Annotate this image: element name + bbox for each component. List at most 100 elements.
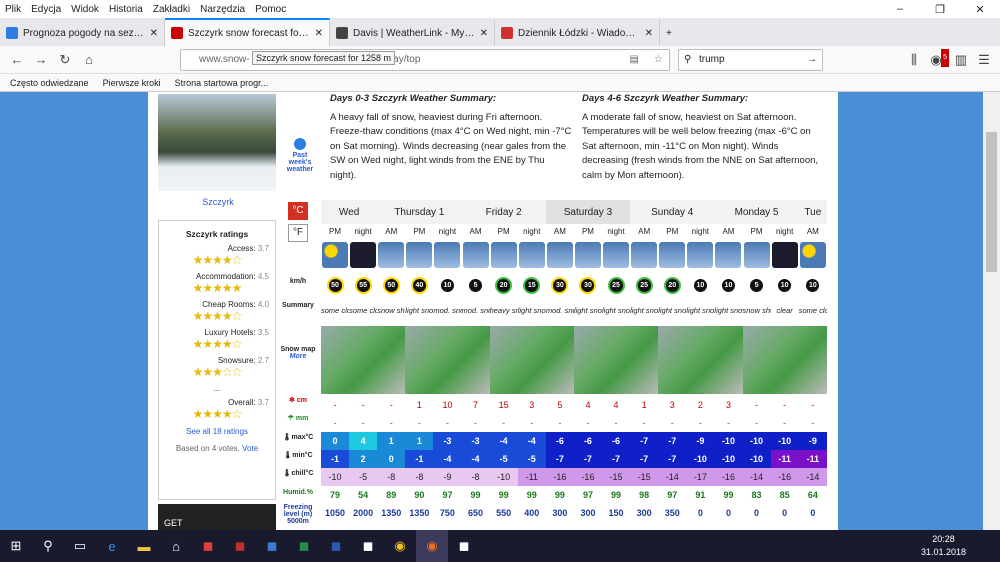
snow-map-more-link[interactable]: More (290, 353, 307, 360)
weather-icon[interactable] (659, 242, 686, 268)
tab-close-icon[interactable]: ✕ (315, 28, 323, 39)
wind-arrow-icon[interactable]: 50 (326, 276, 344, 294)
weather-icon[interactable] (322, 242, 349, 268)
weather-icon[interactable] (434, 242, 461, 268)
snow-map-image[interactable] (573, 326, 659, 394)
search-taskbar-icon[interactable]: ⚲ (32, 530, 64, 562)
snow-map-image[interactable] (405, 326, 490, 394)
close-icon[interactable]: ✕ (960, 0, 1000, 18)
store-icon[interactable]: ⌂ (160, 530, 192, 562)
fahrenheit-button[interactable]: °F (288, 224, 308, 242)
app-icon[interactable]: ◼ (192, 530, 224, 562)
task-view-icon[interactable]: ▭ (64, 530, 96, 562)
browser-tab[interactable]: Szczyrk snow forecast for 1258 m ✕ (165, 18, 330, 46)
weather-icon[interactable] (743, 242, 770, 268)
wind-arrow-icon[interactable]: 25 (607, 276, 625, 294)
maximize-icon[interactable]: ❐ (920, 0, 960, 18)
weather-icon[interactable] (687, 242, 714, 268)
library-icon[interactable]: ⫼ (905, 51, 923, 69)
past-weather-link[interactable]: Past week's weather (286, 138, 314, 173)
weather-icon[interactable] (574, 242, 601, 268)
wind-arrow-icon[interactable]: 15 (523, 276, 541, 294)
weather-icon[interactable] (631, 242, 658, 268)
ad-banner[interactable]: GET (158, 504, 276, 530)
day-header[interactable]: Thursday 1 (377, 200, 462, 224)
app-icon[interactable]: ◼ (352, 530, 384, 562)
windows-start-icon[interactable]: ⊞ (0, 530, 32, 562)
home-icon[interactable]: ⌂ (80, 51, 98, 69)
browser-tab[interactable]: Davis | WeatherLink - My Weather P ✕ (330, 20, 495, 46)
wind-arrow-icon[interactable]: 5 (748, 276, 766, 294)
resort-link[interactable]: Szczyrk (158, 197, 278, 207)
file-explorer-icon[interactable]: ▬ (128, 530, 160, 562)
bookmark-star-icon[interactable]: ☆ (654, 50, 663, 70)
addon-icon[interactable]: ◉ 5 (927, 49, 949, 69)
weather-icon[interactable] (490, 242, 517, 268)
snow-map-image[interactable] (658, 326, 743, 394)
app-icon[interactable]: ◼ (448, 530, 480, 562)
sidebar-icon[interactable]: ▥ (952, 51, 970, 69)
app-icon[interactable]: ◼ (224, 530, 256, 562)
weather-icon[interactable] (546, 242, 573, 268)
tab-close-icon[interactable]: ✕ (150, 28, 158, 39)
bookmark-item[interactable]: Strona startowa progr... (175, 78, 269, 88)
hamburger-menu-icon[interactable]: ☰ (975, 51, 993, 69)
back-icon[interactable]: ← (8, 51, 26, 69)
snow-map-image[interactable] (489, 326, 574, 394)
wind-arrow-icon[interactable]: 10 (776, 276, 794, 294)
snow-map-image[interactable] (321, 326, 406, 394)
rating-stars-icon[interactable]: ★★★★☆ (165, 253, 269, 267)
rating-stars-icon[interactable]: ★★★☆☆ (165, 365, 269, 379)
wind-arrow-icon[interactable]: 25 (635, 276, 653, 294)
minimize-icon[interactable]: – (880, 0, 920, 18)
tab-close-icon[interactable]: ✕ (645, 28, 653, 39)
word-icon[interactable]: ◼ (320, 530, 352, 562)
weather-icon[interactable] (603, 242, 630, 268)
wind-arrow-icon[interactable]: 10 (438, 276, 456, 294)
snow-map-image[interactable] (742, 326, 827, 394)
browser-tab[interactable]: Prognoza pogody na sezon 17/ ✕ (0, 20, 165, 46)
wind-arrow-icon[interactable]: 55 (354, 276, 372, 294)
weather-icon[interactable] (715, 242, 742, 268)
menu-item[interactable]: Zakładki (148, 4, 195, 15)
wind-arrow-icon[interactable]: 40 (410, 276, 428, 294)
scrollbar-thumb[interactable] (986, 132, 997, 272)
rating-stars-icon[interactable]: ★★★★☆ (165, 309, 269, 323)
weather-icon[interactable] (462, 242, 489, 268)
wind-arrow-icon[interactable]: 10 (719, 276, 737, 294)
weather-icon[interactable] (350, 242, 377, 268)
day-header[interactable]: Wed (321, 200, 378, 224)
wind-arrow-icon[interactable]: 10 (804, 276, 822, 294)
system-clock[interactable]: 20:28 31.01.2018 (921, 533, 966, 559)
wind-arrow-icon[interactable]: 30 (551, 276, 569, 294)
wind-arrow-icon[interactable]: 50 (382, 276, 400, 294)
reload-icon[interactable]: ↻ (56, 51, 74, 69)
weather-icon[interactable] (799, 242, 826, 268)
wind-arrow-icon[interactable]: 20 (663, 276, 681, 294)
weather-icon[interactable] (771, 242, 798, 268)
day-header[interactable]: Sunday 4 (630, 200, 715, 224)
day-header[interactable]: Tue (798, 200, 827, 224)
tab-close-icon[interactable]: ✕ (480, 28, 488, 39)
menu-item[interactable]: Pomoc (250, 4, 291, 15)
celsius-button[interactable]: °C (288, 202, 308, 220)
bookmark-item[interactable]: Pierwsze kroki (103, 78, 161, 88)
weather-icon[interactable] (378, 242, 405, 268)
menu-item[interactable]: Widok (66, 4, 104, 15)
resort-photo[interactable] (158, 94, 276, 191)
reader-icon[interactable]: ▤ (630, 50, 639, 70)
menu-item[interactable]: Edycja (26, 4, 66, 15)
rating-stars-icon[interactable]: ★★★★☆ (165, 337, 269, 351)
new-tab-icon[interactable]: + (660, 20, 688, 46)
weather-icon[interactable] (518, 242, 545, 268)
page-scrollbar[interactable] (983, 92, 1000, 530)
chrome-icon[interactable]: ◉ (384, 530, 416, 562)
day-header[interactable]: Saturday 3 (545, 200, 631, 224)
outlook-icon[interactable]: ◼ (256, 530, 288, 562)
weather-icon[interactable] (406, 242, 433, 268)
day-header[interactable]: Monday 5 (714, 200, 799, 224)
search-go-icon[interactable]: → (807, 50, 817, 70)
menu-item[interactable]: Narzędzia (195, 4, 250, 15)
rating-stars-icon[interactable]: ★★★★★ (165, 281, 269, 295)
rating-stars-icon[interactable]: ★★★★☆ (165, 407, 269, 421)
